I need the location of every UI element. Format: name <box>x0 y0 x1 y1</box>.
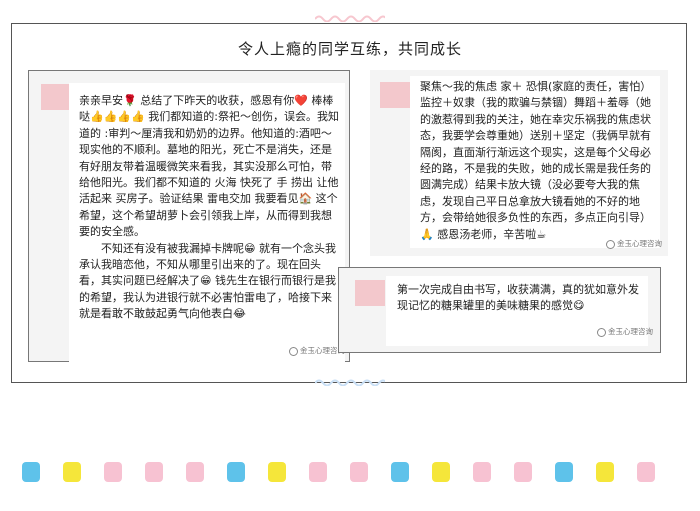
deco-tile <box>309 462 327 482</box>
avatar <box>355 280 385 306</box>
bottom-wave-decoration <box>315 379 385 386</box>
deco-tile <box>186 462 204 482</box>
deco-tile <box>596 462 614 482</box>
deco-tile <box>514 462 532 482</box>
deco-tile <box>637 462 655 482</box>
chat-screenshot-card-3: 第一次完成自由书写，收获满满，真的犹如意外发现记忆的糖果罐里的美味糖果的感觉😋 … <box>338 267 661 353</box>
deco-tile <box>555 462 573 482</box>
deco-tile <box>63 462 81 482</box>
message-text: 聚焦～我的焦虑 家＋ 恐惧(家庭的责任，害怕）监控＋奴隶（我的欺骗与禁锢）舞蹈＋… <box>420 80 652 241</box>
logo-icon <box>606 239 615 249</box>
deco-tile <box>432 462 450 482</box>
deco-tile <box>473 462 491 482</box>
watermark: 金玉心理咨询 <box>606 238 662 249</box>
logo-icon <box>289 346 298 356</box>
top-wave-decoration <box>315 15 385 22</box>
avatar <box>380 82 410 108</box>
chat-screenshot-card-1: 亲亲早安🌹 总结了下昨天的收获，感恩有你❤️ 棒棒哒👍👍👍👍 我们都知道的:祭祀… <box>28 70 350 362</box>
deco-tile <box>145 462 163 482</box>
deco-tile <box>104 462 122 482</box>
message-text: 第一次完成自由书写，收获满满，真的犹如意外发现记忆的糖果罐里的美味糖果的感觉😋 <box>397 283 639 313</box>
deco-tile <box>22 462 40 482</box>
message-text: 亲亲早安🌹 总结了下昨天的收获，感恩有你❤️ 棒棒哒👍👍👍👍 我们都知道的:祭祀… <box>79 94 339 321</box>
watermark: 金玉心理咨询 <box>597 326 653 337</box>
decorative-tile-row <box>22 462 682 484</box>
deco-tile <box>350 462 368 482</box>
avatar <box>41 84 71 110</box>
deco-tile <box>391 462 409 482</box>
chat-screenshot-card-2: 聚焦～我的焦虑 家＋ 恐惧(家庭的责任，害怕）监控＋奴隶（我的欺骗与禁锢）舞蹈＋… <box>370 70 668 256</box>
deco-tile <box>268 462 286 482</box>
page-title: 令人上瘾的同学互练，共同成长 <box>237 40 462 58</box>
logo-icon <box>597 327 606 337</box>
watermark: 金玉心理咨询 <box>289 345 345 356</box>
deco-tile <box>227 462 245 482</box>
